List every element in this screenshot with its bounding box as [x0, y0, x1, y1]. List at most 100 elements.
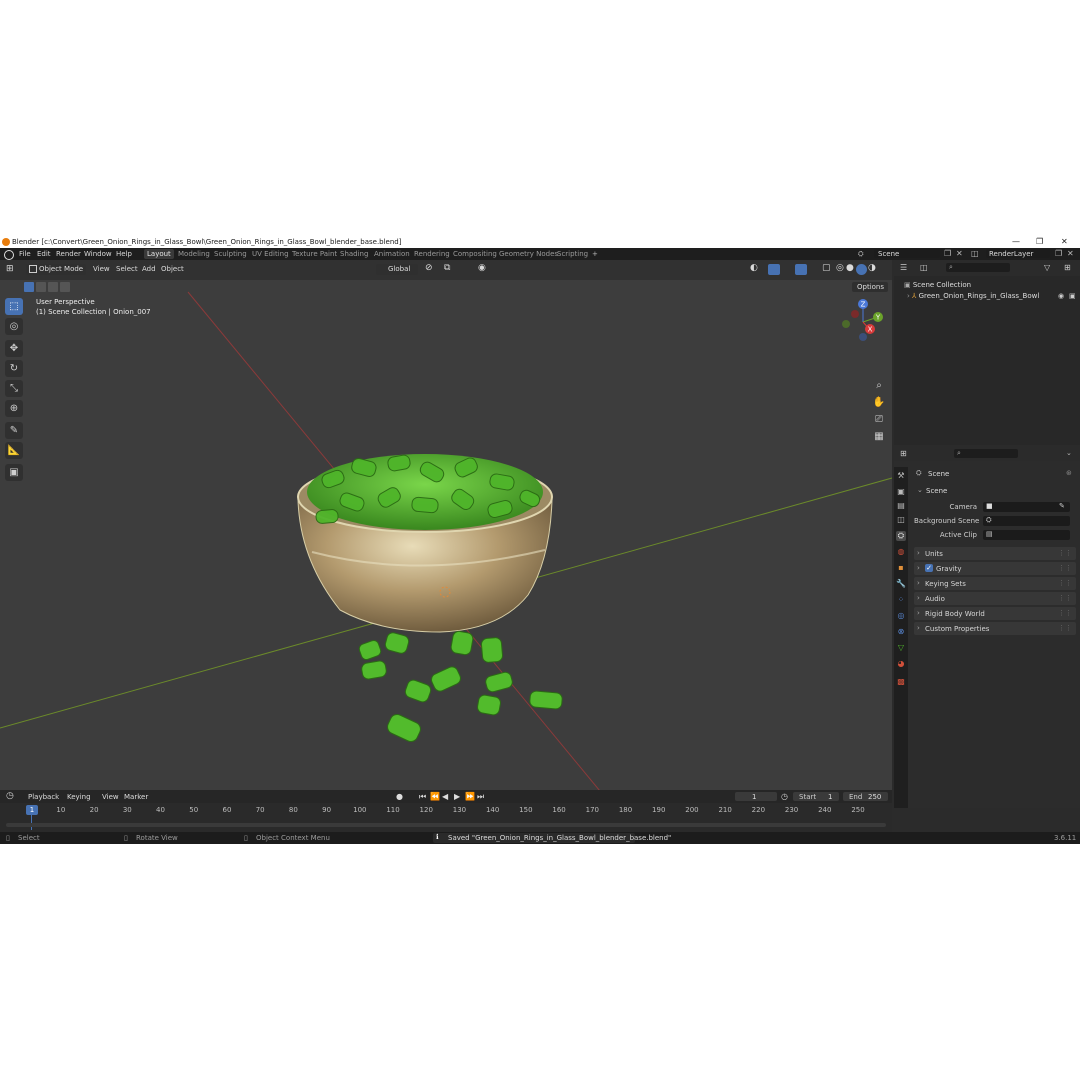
scene-selector[interactable]: Scene	[874, 249, 940, 258]
modifier-tab-icon[interactable]: 🔧	[896, 579, 906, 589]
properties-editor-icon[interactable]: ⊞	[900, 449, 907, 458]
panel-units[interactable]: › Units ⋮⋮	[914, 547, 1076, 560]
drag-handle-icon[interactable]: ⋮⋮	[1058, 579, 1072, 587]
navigation-gizmo[interactable]: Z Y X	[836, 296, 886, 346]
scene-panel-header[interactable]: ⌄ Scene	[914, 484, 1076, 497]
menu-select[interactable]: Select	[116, 265, 138, 273]
tab-layout[interactable]: Layout	[144, 249, 174, 259]
tab-texture-paint[interactable]: Texture Paint	[289, 249, 340, 259]
outliner-row-scene-collection[interactable]: ▣ Scene Collection	[904, 281, 971, 289]
proportional-edit-icon[interactable]: ◉	[478, 263, 486, 273]
outliner-editor-icon[interactable]: ☰	[900, 263, 907, 272]
add-workspace-button[interactable]: +	[589, 249, 601, 259]
render-layer-selector[interactable]: RenderLayer	[986, 249, 1050, 258]
menu-file[interactable]: File	[19, 250, 31, 258]
panel-custom-properties[interactable]: › Custom Properties ⋮⋮	[914, 622, 1076, 635]
panel-audio[interactable]: › Audio ⋮⋮	[914, 592, 1076, 605]
menu-render[interactable]: Render	[56, 250, 81, 258]
menu-help[interactable]: Help	[116, 250, 132, 258]
tab-scripting[interactable]: Scripting	[554, 249, 591, 259]
background-scene-field[interactable]: ⛭	[983, 516, 1070, 526]
texture-tab-icon[interactable]: ▩	[896, 677, 906, 687]
mode-dropdown[interactable]: Object Mode	[26, 264, 86, 275]
annotate-tool[interactable]: ✎	[5, 422, 23, 439]
active-clip-field[interactable]: ▤	[983, 530, 1070, 540]
material-shading-icon[interactable]	[856, 264, 867, 275]
move-tool[interactable]: ✥	[5, 340, 23, 357]
properties-search-input[interactable]: ⌕	[954, 449, 1018, 458]
tab-animation[interactable]: Animation	[371, 249, 413, 259]
zoom-icon[interactable]: ⌕	[871, 378, 887, 394]
pin-icon[interactable]: ⊛	[1066, 469, 1072, 477]
drag-handle-icon[interactable]: ⋮⋮	[1058, 624, 1072, 632]
scene-tab-icon[interactable]: ⛭	[896, 531, 906, 541]
output-tab-icon[interactable]: ▤	[896, 501, 906, 511]
transform-orientation-dropdown[interactable]: Global	[376, 264, 418, 275]
xray-icon[interactable]: ▢	[822, 263, 831, 273]
data-tab-icon[interactable]: ▽	[896, 643, 906, 653]
maximize-button[interactable]: ❐	[1036, 237, 1043, 246]
display-mode-icon[interactable]: ◫	[920, 263, 928, 272]
delete-view-layer-icon[interactable]: ✕	[1067, 249, 1074, 258]
render-tab-icon[interactable]: ▣	[896, 487, 906, 497]
scale-tool[interactable]: ⤡	[5, 380, 23, 397]
gravity-checkbox[interactable]: ✓	[925, 564, 933, 572]
new-view-layer-icon[interactable]: ❐	[1055, 249, 1062, 258]
rotate-tool[interactable]: ↻	[5, 360, 23, 377]
menu-window[interactable]: Window	[84, 250, 112, 258]
cursor-tool[interactable]: ◎	[5, 318, 23, 335]
ortho-grid-icon[interactable]: ▦	[871, 429, 887, 445]
new-collection-icon[interactable]: ⊞	[1064, 263, 1071, 272]
camera-view-icon[interactable]: ⎚	[871, 412, 887, 428]
new-scene-icon[interactable]: ❐	[944, 249, 951, 258]
blender-menu-icon[interactable]	[4, 250, 14, 260]
editor-type-icon[interactable]: ⊞	[6, 264, 14, 274]
tab-shading[interactable]: Shading	[337, 249, 371, 259]
object-tab-icon[interactable]: ▪	[896, 563, 906, 573]
rendered-shading-icon[interactable]: ◑	[868, 263, 876, 273]
tab-uv-editing[interactable]: UV Editing	[249, 249, 292, 259]
select-subtract-icon[interactable]	[48, 282, 58, 292]
drag-handle-icon[interactable]: ⋮⋮	[1058, 609, 1072, 617]
camera-field[interactable]: ■ ✎	[983, 502, 1070, 512]
pan-hand-icon[interactable]: ✋	[871, 395, 887, 411]
options-dropdown[interactable]: Options	[852, 282, 888, 292]
measure-tool[interactable]: 📐	[5, 442, 23, 459]
visibility-icon[interactable]: ◐	[750, 263, 758, 273]
filter-icon[interactable]: ▽	[1044, 263, 1050, 272]
add-cube-tool[interactable]: ▣	[5, 464, 23, 481]
tab-rendering[interactable]: Rendering	[411, 249, 453, 259]
select-extend-icon[interactable]	[36, 282, 46, 292]
drag-handle-icon[interactable]: ⋮⋮	[1058, 564, 1072, 572]
solid-shading-icon[interactable]: ●	[846, 263, 854, 273]
transform-tool[interactable]: ⊕	[5, 400, 23, 417]
overlay-toggle-icon[interactable]	[795, 264, 807, 275]
material-tab-icon[interactable]: ◕	[896, 659, 906, 669]
outliner-row-object[interactable]: › ⅄ Green_Onion_Rings_in_Glass_Bowl ◉ ▣	[907, 292, 1077, 300]
menu-view[interactable]: View	[93, 265, 110, 273]
drag-handle-icon[interactable]: ⋮⋮	[1058, 549, 1072, 557]
panel-keying-sets[interactable]: › Keying Sets ⋮⋮	[914, 577, 1076, 590]
eyedropper-icon[interactable]: ✎	[1059, 502, 1065, 510]
gizmo-toggle-icon[interactable]	[768, 264, 780, 275]
snap-icon[interactable]: ⧉	[444, 263, 450, 273]
menu-edit[interactable]: Edit	[37, 250, 51, 258]
visibility-eye-icon[interactable]: ◉	[1058, 292, 1064, 300]
wireframe-shading-icon[interactable]: ◎	[836, 263, 844, 273]
panel-rigid-body-world[interactable]: › Rigid Body World ⋮⋮	[914, 607, 1076, 620]
menu-object[interactable]: Object	[161, 265, 184, 273]
tab-modeling[interactable]: Modeling	[175, 249, 213, 259]
3d-viewport[interactable]: ⊞ Object Mode View Select Add Object Glo…	[0, 260, 892, 808]
constraints-tab-icon[interactable]: ⊗	[896, 627, 906, 637]
drag-handle-icon[interactable]: ⋮⋮	[1058, 594, 1072, 602]
expand-chevron-icon[interactable]: ›	[907, 292, 910, 300]
menu-add[interactable]: Add	[142, 265, 156, 273]
minimize-button[interactable]: —	[1012, 237, 1020, 246]
tab-compositing[interactable]: Compositing	[450, 249, 500, 259]
pivot-icon[interactable]: ⊘	[425, 263, 433, 273]
select-new-icon[interactable]	[24, 282, 34, 292]
close-button[interactable]: ✕	[1061, 237, 1068, 246]
render-camera-icon[interactable]: ▣	[1069, 292, 1076, 300]
panel-gravity[interactable]: › ✓ Gravity ⋮⋮	[914, 562, 1076, 575]
select-box-tool[interactable]: ⬚	[5, 298, 23, 315]
